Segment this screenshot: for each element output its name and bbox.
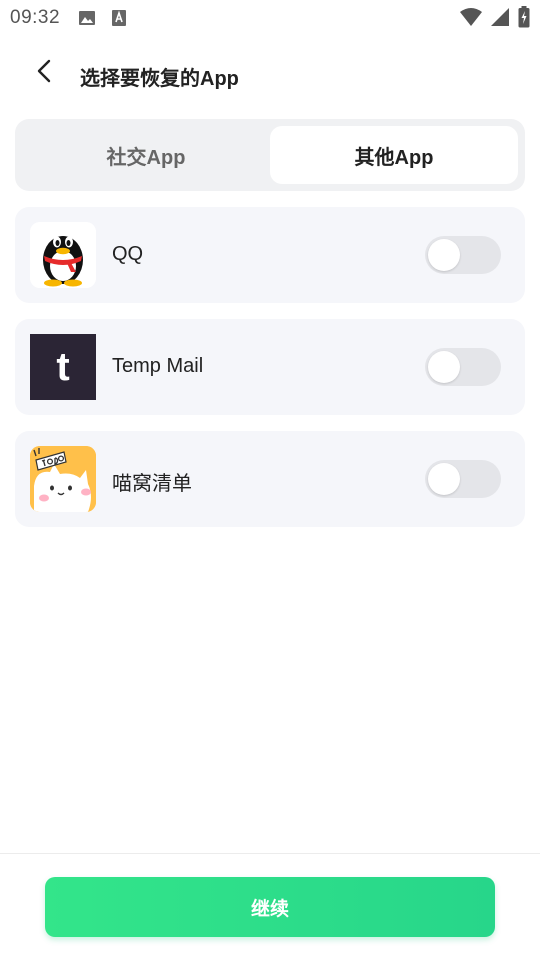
app-list-item-qq: QQ (15, 207, 525, 303)
restore-toggle-qq[interactable] (425, 236, 501, 274)
qq-penguin-icon (30, 222, 96, 288)
wifi-icon (460, 7, 482, 33)
toggle-knob (428, 463, 460, 495)
restore-toggle-cat-todo[interactable] (425, 460, 501, 498)
status-bar: 09:32 (0, 0, 540, 36)
top-app-bar: 选择要恢复的App (0, 50, 540, 98)
status-time: 09:32 (10, 7, 61, 28)
app-name: 喵窝清单 (112, 473, 192, 495)
status-right-icons (460, 6, 530, 34)
bottom-divider (0, 853, 540, 854)
app-list-item-cat-todo: 喵窝清单 (15, 431, 525, 527)
temp-mail-icon: t (30, 334, 96, 400)
app-category-tabs: 社交App 其他App (15, 119, 525, 191)
app-name: Temp Mail (112, 355, 204, 377)
temp-mail-icon-letter: t (56, 344, 70, 389)
tab-social-apps[interactable]: 社交App (22, 126, 270, 184)
restore-toggle-temp-mail[interactable] (425, 348, 501, 386)
back-button[interactable] (30, 58, 60, 88)
app-name: QQ (112, 243, 144, 265)
signal-icon (490, 7, 510, 33)
image-icon (78, 9, 96, 27)
continue-button[interactable]: 继续 (45, 877, 495, 937)
toggle-knob (428, 239, 460, 271)
font-icon (110, 9, 128, 27)
cat-todo-icon (30, 446, 96, 512)
tab-other-apps[interactable]: 其他App (270, 126, 518, 184)
toggle-knob (428, 351, 460, 383)
chevron-left-icon (35, 59, 55, 88)
battery-icon (518, 6, 530, 34)
app-list-item-temp-mail: t Temp Mail (15, 319, 525, 415)
page-title: 选择要恢复的App (80, 68, 239, 90)
app-screen: 09:32 选择要恢复的App 社交App 其他App QQ t Temp Ma… (0, 0, 540, 960)
